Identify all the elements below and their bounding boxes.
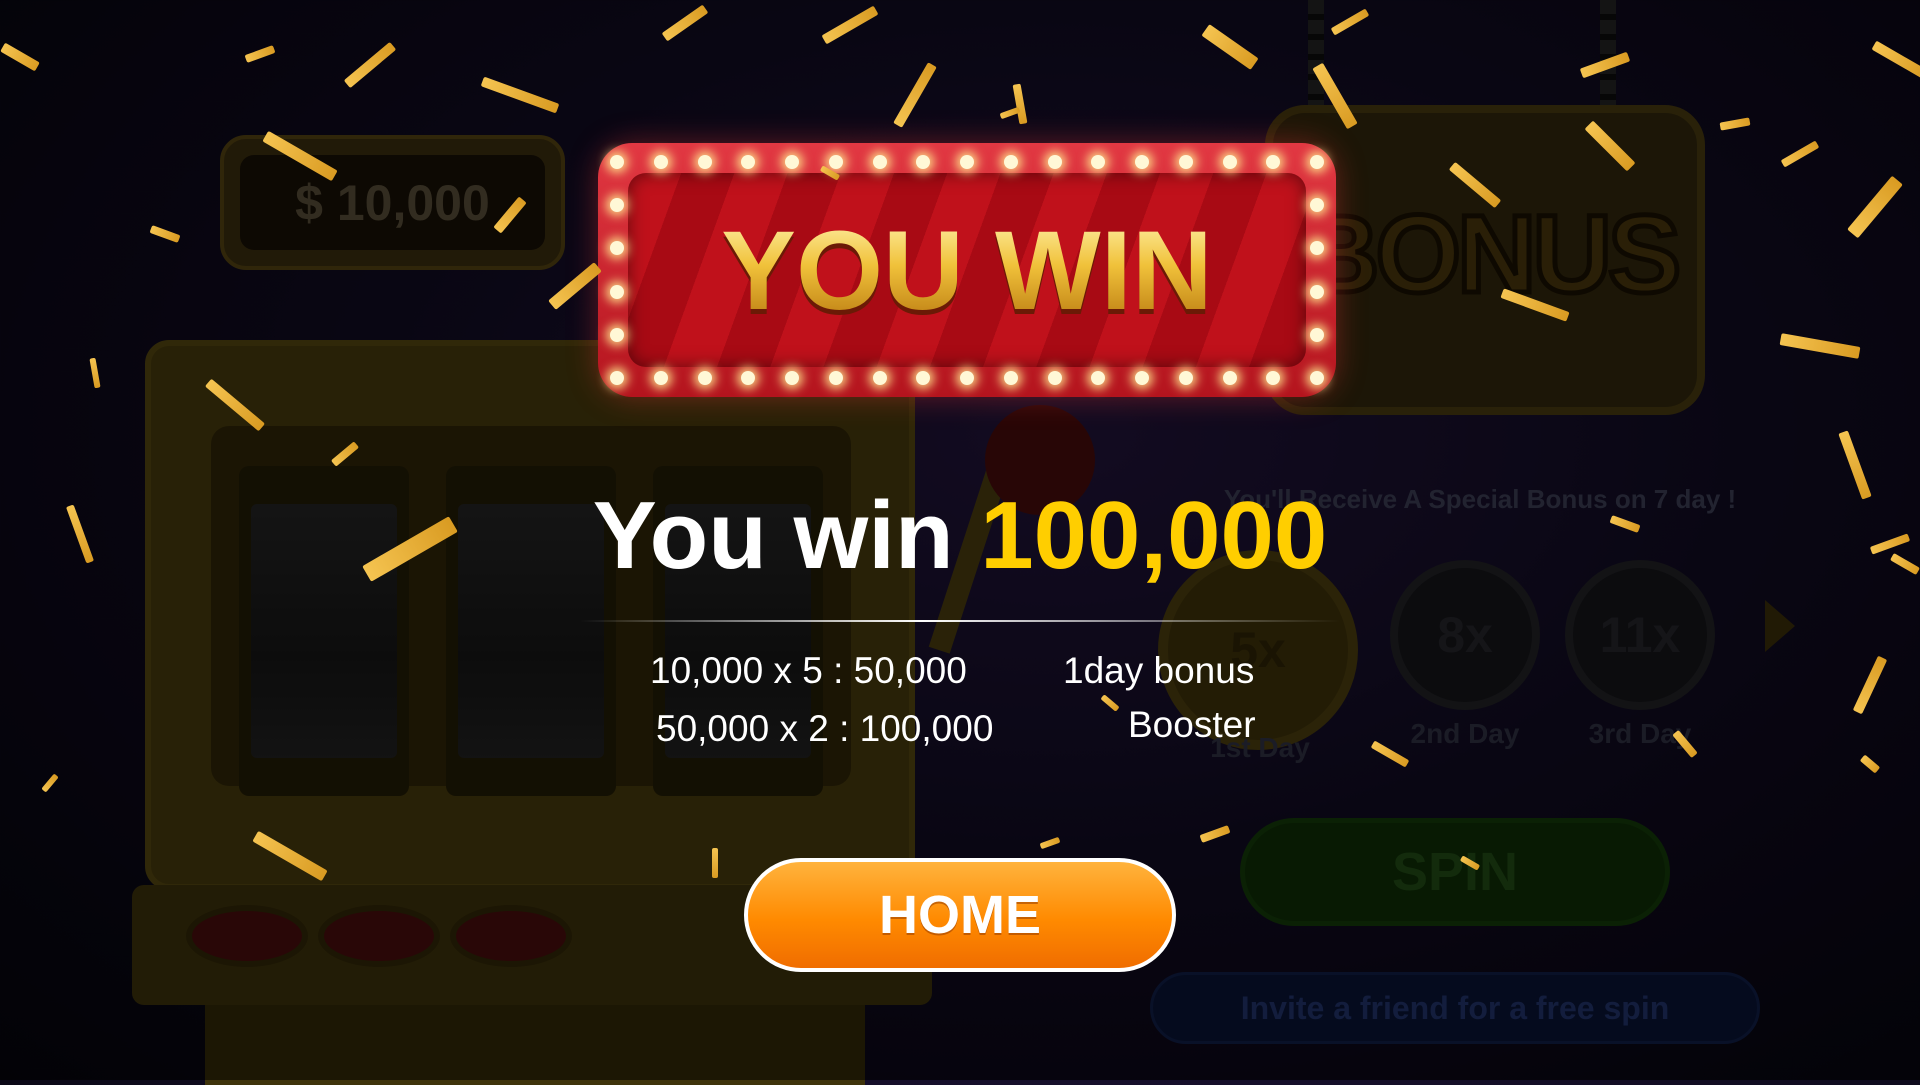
confetti-piece — [821, 5, 879, 45]
marquee-bulb — [785, 155, 799, 169]
sign-chain — [1308, 0, 1324, 120]
marquee-bulb — [1047, 155, 1062, 169]
confetti-piece — [548, 262, 602, 310]
win-amount: 100,000 — [980, 482, 1328, 589]
marquee-bulb — [1310, 371, 1324, 385]
marquee-bulb — [1310, 284, 1324, 299]
marquee-bulb — [1135, 371, 1149, 385]
marquee-bulb — [916, 371, 931, 385]
confetti-piece — [1012, 83, 1028, 125]
marquee-bulb — [1222, 155, 1237, 169]
marquee-bulb — [610, 284, 624, 299]
next-arrow-icon — [1765, 600, 1795, 652]
confetti-piece — [1871, 40, 1920, 80]
marquee-bulb — [1178, 155, 1193, 169]
marquee-bulb — [828, 155, 843, 169]
day-reward-2: 8x — [1390, 560, 1540, 710]
confetti-piece — [893, 62, 937, 128]
confetti-piece — [1201, 24, 1259, 70]
confetti-piece — [1890, 553, 1920, 575]
confetti-piece — [999, 106, 1021, 120]
confetti-piece — [1719, 117, 1751, 131]
marquee-bulb — [828, 371, 843, 385]
marquee-bulb — [1003, 155, 1018, 169]
day-label-2: 2nd Day — [1410, 718, 1520, 749]
day-label-3: 3rd Day — [1588, 718, 1692, 749]
confetti-piece — [1852, 655, 1888, 715]
marquee-bulb — [1003, 371, 1018, 385]
marquee-bulb — [1310, 155, 1324, 169]
confetti-piece — [149, 225, 181, 243]
confetti-piece — [41, 773, 59, 793]
marquee-bulb — [960, 155, 974, 169]
confetti-piece — [1199, 825, 1231, 843]
marquee-bulb — [1310, 327, 1324, 342]
bonus-sign-text: BONUS — [1298, 193, 1684, 316]
marquee-bulb — [1091, 371, 1106, 385]
confetti-piece — [343, 41, 397, 89]
home-button[interactable]: HOME — [744, 858, 1176, 972]
marquee-bulb — [653, 155, 668, 169]
invite-friend-button: Invite a friend for a free spin — [1150, 972, 1760, 1044]
marquee-bulb — [1310, 198, 1324, 213]
marquee-bulb — [1266, 371, 1281, 385]
marquee-bulb — [785, 371, 799, 385]
confetti-piece — [65, 504, 95, 564]
calc-formula-1: 10,000 x 5 : 50,000 — [650, 650, 967, 691]
confetti-piece — [1780, 140, 1820, 168]
slot-button — [318, 905, 440, 967]
balance-display: $ 10,000 — [240, 155, 545, 250]
confetti-piece — [661, 4, 709, 42]
marquee-bulb — [697, 155, 712, 169]
marquee-bulb — [610, 371, 624, 385]
win-amount-line: You win 100,000 — [560, 488, 1360, 584]
marquee-bulb — [1266, 155, 1281, 169]
slot-button — [450, 905, 572, 967]
confetti-piece — [1838, 430, 1872, 500]
calc-note-1: 1day bonus — [1063, 650, 1255, 691]
win-prefix: You win — [592, 482, 954, 589]
marquee-bulb — [1178, 371, 1193, 385]
slot-machine-stand — [205, 1005, 865, 1085]
confetti-piece — [1847, 175, 1903, 239]
spin-button: SPIN — [1240, 818, 1670, 926]
calc-formula-2: 50,000 x 2 : 100,000 — [656, 708, 994, 749]
marquee-bulb — [610, 327, 624, 342]
marquee-bulb — [960, 371, 974, 385]
marquee-bulb — [1222, 371, 1237, 385]
confetti-piece — [1330, 8, 1370, 36]
popup-title: YOU WIN — [598, 215, 1336, 327]
marquee-bulb — [916, 155, 931, 169]
confetti-piece — [1100, 694, 1120, 712]
confetti-piece — [1859, 754, 1881, 774]
confetti-piece — [89, 357, 101, 389]
day-reward-3: 11x — [1565, 560, 1715, 710]
confetti-piece — [712, 848, 718, 878]
marquee-bulb — [872, 371, 887, 385]
marquee-bulb — [610, 198, 624, 213]
marquee-bulb — [1047, 371, 1062, 385]
slot-button — [186, 905, 308, 967]
marquee-bulb — [1091, 155, 1106, 169]
confetti-piece — [1039, 836, 1061, 850]
marquee-bulb — [741, 155, 756, 169]
confetti-piece — [244, 45, 276, 63]
marquee-bulb — [1135, 155, 1149, 169]
marquee-bulb — [610, 155, 624, 169]
confetti-piece — [1779, 333, 1861, 359]
calc-note-2: Booster — [1128, 704, 1256, 745]
divider — [580, 620, 1340, 622]
slot-reel — [239, 466, 409, 796]
confetti-piece — [1869, 533, 1911, 555]
you-win-marquee: YOU WIN — [598, 143, 1336, 397]
confetti-piece — [480, 76, 560, 114]
marquee-bulb — [653, 371, 668, 385]
confetti-piece — [1609, 515, 1641, 533]
marquee-bulb — [741, 371, 756, 385]
marquee-bulb — [697, 371, 712, 385]
marquee-bulb — [872, 155, 887, 169]
confetti-piece — [0, 42, 40, 72]
